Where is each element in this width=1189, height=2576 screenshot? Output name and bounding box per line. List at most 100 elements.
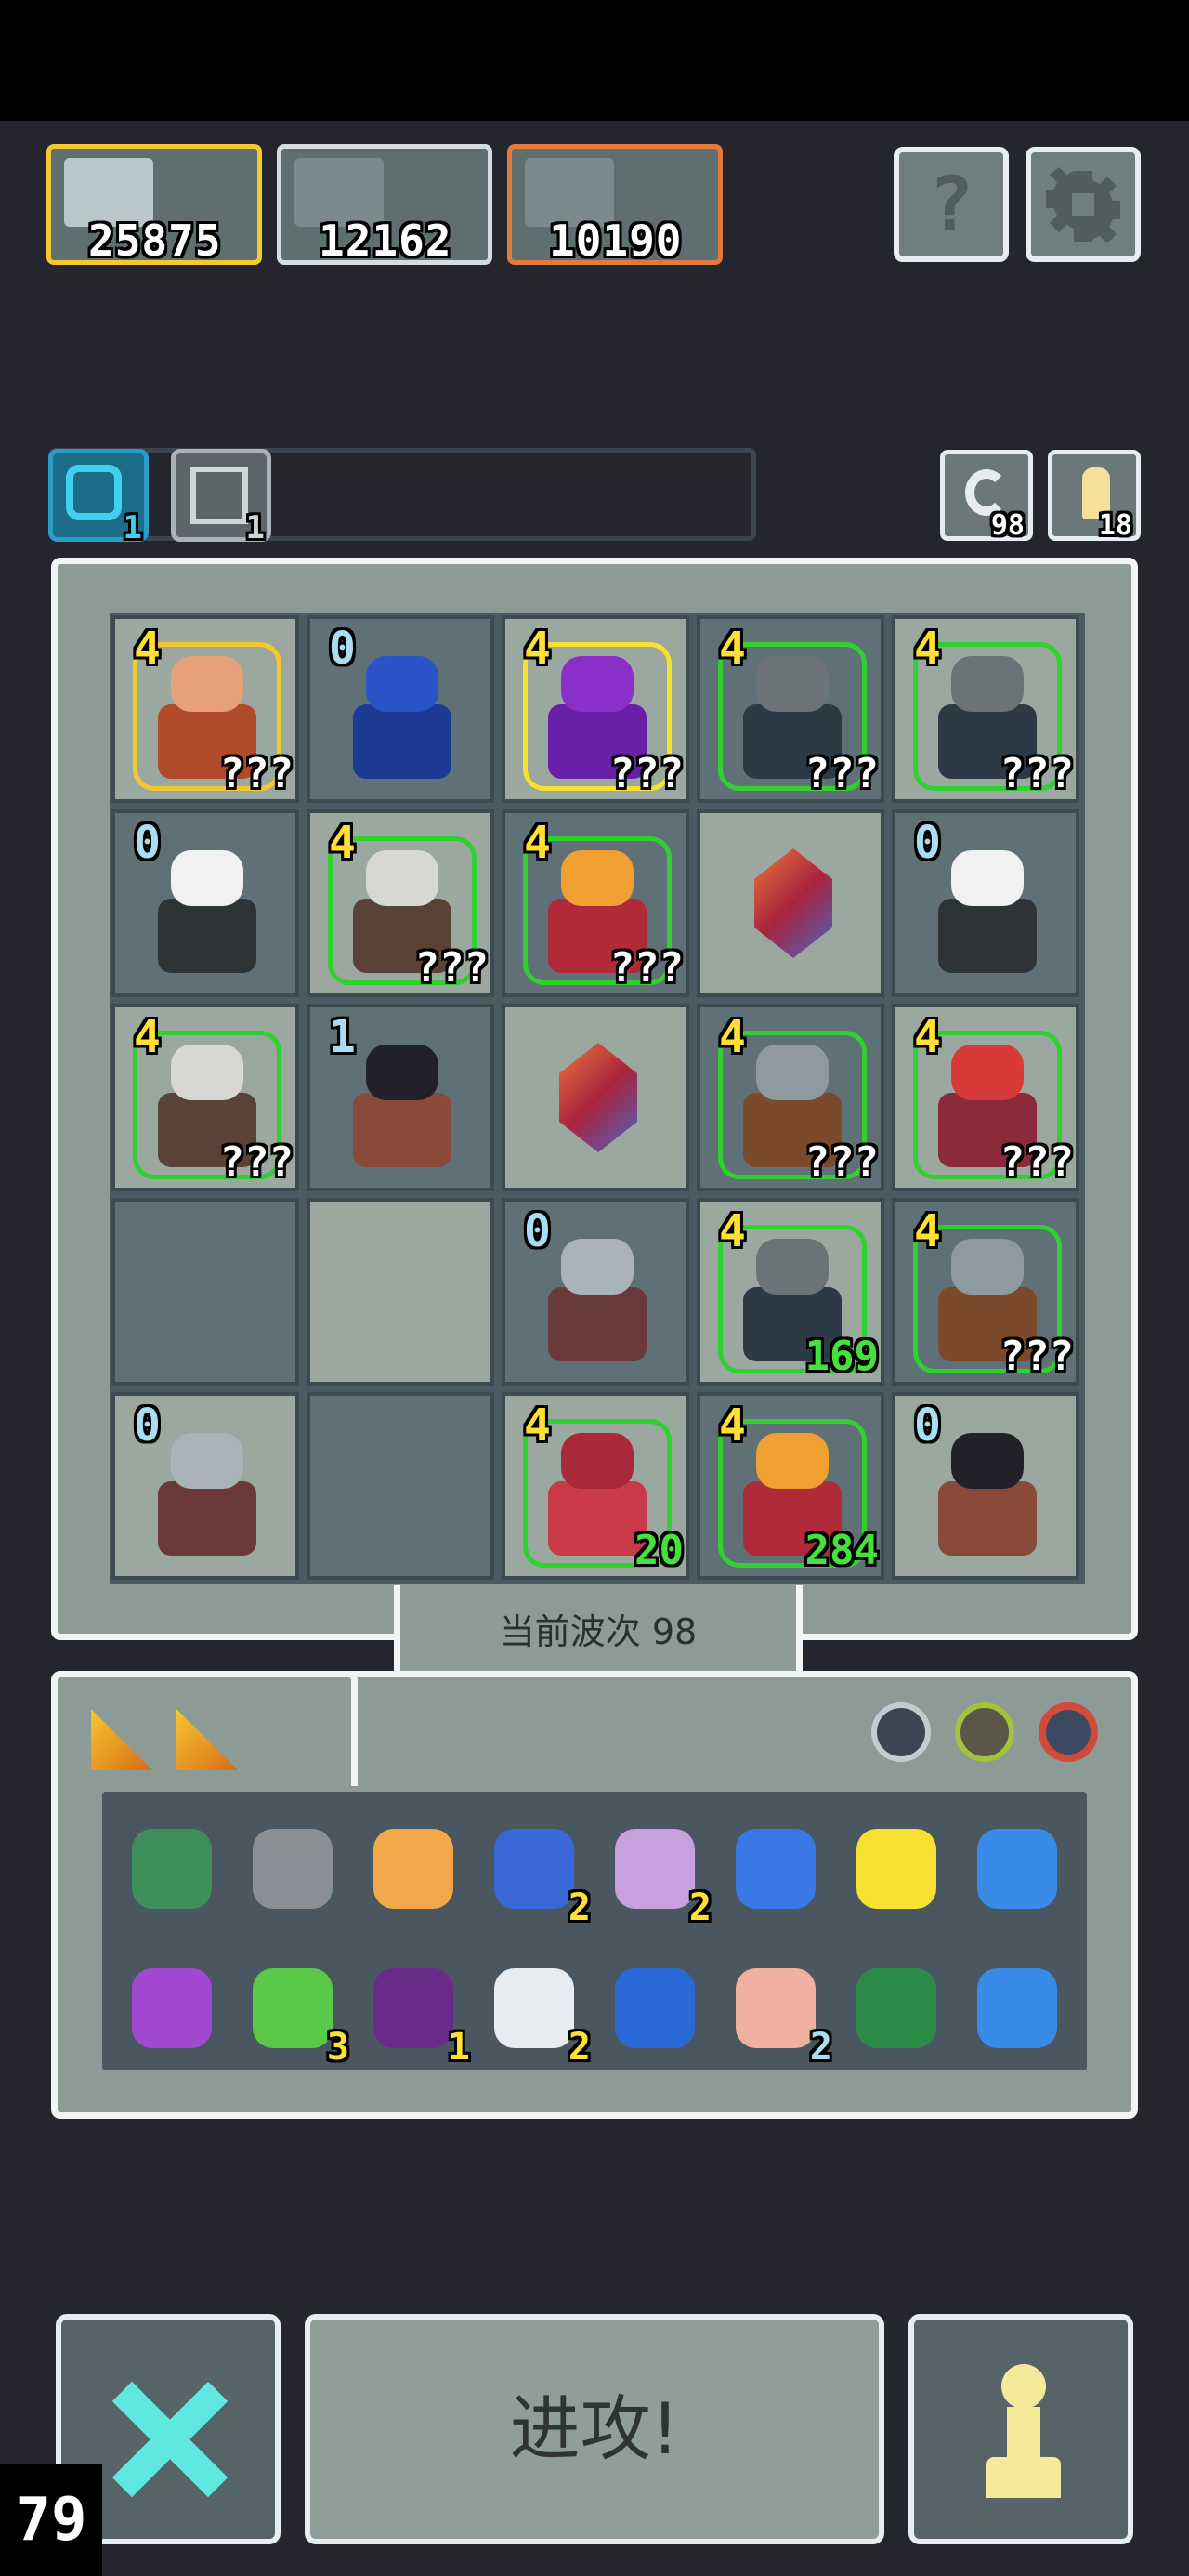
- grid-cell[interactable]: 4???: [111, 615, 299, 803]
- help-button[interactable]: ?: [894, 147, 1009, 262]
- grid-cell[interactable]: [111, 1198, 299, 1386]
- grid-cell[interactable]: [697, 809, 884, 997]
- unit-level: 4: [719, 1400, 746, 1452]
- grid-cell[interactable]: 0: [111, 809, 299, 997]
- inventory-item[interactable]: 1: [362, 1957, 470, 2069]
- grid-cell[interactable]: 4???: [892, 615, 1079, 803]
- unit-level: 4: [329, 817, 356, 869]
- inventory-item[interactable]: [121, 1818, 223, 1920]
- swirl-icon: [66, 465, 122, 520]
- grid-cell[interactable]: 4???: [502, 615, 689, 803]
- score-2: 12162: [319, 216, 452, 266]
- grid-cell[interactable]: 4???: [697, 1004, 884, 1191]
- inventory-tab-active[interactable]: [51, 1671, 358, 1786]
- leaderboard-entry-2[interactable]: 12162: [277, 144, 492, 266]
- gem-icon: [559, 1043, 637, 1152]
- grid-cell[interactable]: 4???: [892, 1004, 1079, 1191]
- grid-cell[interactable]: [502, 1004, 689, 1191]
- grid-cell[interactable]: 1: [307, 1004, 494, 1191]
- resource-bar: [48, 448, 756, 541]
- grid-cell[interactable]: 0: [892, 809, 1079, 997]
- unit-level: 4: [719, 623, 746, 675]
- ankh-icon: [373, 1829, 453, 1909]
- inventory-item[interactable]: [845, 1818, 947, 1920]
- item-quantity: 2: [568, 2026, 591, 2069]
- grid-cell[interactable]: 4???: [502, 809, 689, 997]
- inventory-item[interactable]: 2: [483, 1818, 591, 1929]
- unit-level: 4: [719, 1205, 746, 1257]
- grid-cell[interactable]: 0: [502, 1198, 689, 1386]
- grid-cell[interactable]: 0: [892, 1392, 1079, 1580]
- grid-cell[interactable]: 0: [307, 615, 494, 803]
- pawn-button[interactable]: 18: [1048, 450, 1141, 542]
- unit-count: ???: [414, 944, 489, 992]
- unit-count: ???: [1000, 1138, 1074, 1186]
- grid-cell[interactable]: 4 20: [502, 1392, 689, 1580]
- lightning-icon: [977, 1829, 1057, 1909]
- grid-cell[interactable]: 4???: [892, 1198, 1079, 1386]
- inventory-item[interactable]: [242, 1818, 344, 1920]
- item-grid: 2 2 3 1 2 2: [102, 1792, 1087, 2070]
- unit-count: ???: [219, 750, 294, 797]
- grid-cell[interactable]: 4 284: [697, 1392, 884, 1580]
- wave-label: 当前波次 98: [499, 1611, 698, 1652]
- cheese-icon: [176, 1709, 238, 1770]
- sword-count: 1: [245, 509, 265, 546]
- inventory-item[interactable]: 2: [604, 1818, 712, 1929]
- unit-count: ???: [1000, 1333, 1074, 1380]
- attack-button[interactable]: 进攻!: [305, 2314, 884, 2544]
- help-icon: ?: [928, 161, 974, 247]
- leaderboard-entry-3[interactable]: 10190: [507, 144, 723, 266]
- crossed-swords-icon: [190, 467, 248, 524]
- unit-count: ???: [1000, 750, 1074, 797]
- grid-cell[interactable]: 4???: [111, 1004, 299, 1191]
- pawn-action-button[interactable]: [908, 2314, 1133, 2544]
- inventory-item[interactable]: [121, 1957, 223, 2059]
- swirl-count: 1: [123, 509, 142, 546]
- unit-level: 4: [524, 623, 551, 675]
- inventory-filters: [847, 1689, 1126, 1782]
- chalice-icon: [856, 1829, 936, 1909]
- item-quantity: 2: [688, 1886, 712, 1929]
- grid-cell[interactable]: 4 169: [697, 1198, 884, 1386]
- unit-count: ???: [609, 944, 684, 992]
- gem-icon: [754, 848, 832, 958]
- armor-filter-icon[interactable]: [871, 1702, 931, 1762]
- unit-level: 4: [914, 623, 941, 675]
- unit-level: 0: [329, 623, 356, 675]
- ring-filter-icon[interactable]: [955, 1702, 1014, 1762]
- settings-button[interactable]: [1026, 147, 1141, 262]
- item-quantity: 1: [447, 2026, 470, 2069]
- item-quantity: 2: [568, 1886, 591, 1929]
- inventory-item[interactable]: [966, 1818, 1068, 1920]
- inventory-item[interactable]: [604, 1957, 706, 2059]
- potion-icon: [615, 1829, 695, 1909]
- inventory-item[interactable]: [725, 1818, 827, 1920]
- inventory-item[interactable]: [845, 1957, 947, 2059]
- unit-level: 0: [524, 1205, 551, 1257]
- lifebuoy-filter-icon[interactable]: [1039, 1702, 1098, 1762]
- inventory-item[interactable]: 3: [242, 1957, 349, 2069]
- sword-tab[interactable]: 1: [171, 449, 271, 546]
- inventory-item[interactable]: [362, 1818, 464, 1920]
- grid-cell[interactable]: [307, 1198, 494, 1386]
- refresh-button[interactable]: 98: [940, 450, 1033, 542]
- grid-cell[interactable]: 4???: [697, 615, 884, 803]
- item-quantity: 2: [809, 2026, 832, 2069]
- unit-level: 0: [134, 817, 161, 869]
- swirl-tab[interactable]: 1: [48, 449, 149, 546]
- fps-counter: 79: [0, 2464, 102, 2576]
- staff-icon: [132, 1968, 212, 2048]
- inventory-item[interactable]: 2: [725, 1957, 832, 2069]
- grid-cell[interactable]: 4???: [307, 809, 494, 997]
- inventory-item[interactable]: [966, 1957, 1068, 2059]
- inventory-item[interactable]: 2: [483, 1957, 591, 2069]
- unit-level: 0: [914, 817, 941, 869]
- leaderboard-entry-1[interactable]: 25875: [46, 144, 262, 266]
- grid-cell[interactable]: 0: [111, 1392, 299, 1580]
- grid-cell[interactable]: [307, 1392, 494, 1580]
- unit-count: 284: [804, 1527, 879, 1574]
- unit-level: 4: [524, 1400, 551, 1452]
- unit-count: 169: [804, 1333, 879, 1380]
- rune-tablet-icon: [856, 1968, 936, 2048]
